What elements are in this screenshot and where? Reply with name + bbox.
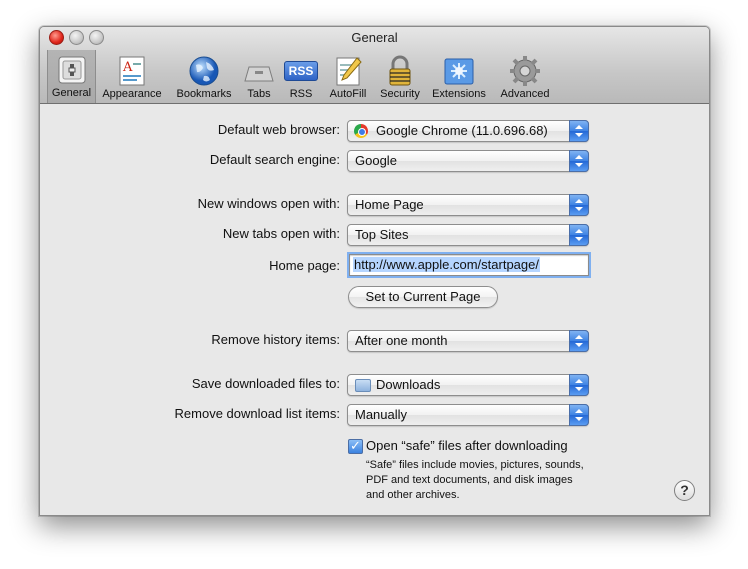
- remove-history-value: After one month: [355, 333, 448, 348]
- toolbar-label-rss: RSS: [289, 88, 313, 100]
- help-button[interactable]: ?: [674, 480, 695, 501]
- general-switch-icon: [55, 54, 89, 86]
- save-downloads-popup[interactable]: Downloads: [347, 374, 589, 396]
- toolbar-label-autofill: AutoFill: [329, 88, 367, 100]
- gear-icon: [508, 55, 542, 87]
- rss-badge: RSS: [284, 61, 318, 81]
- new-tabs-popup[interactable]: Top Sites: [347, 224, 589, 246]
- titlebar: General General A Appearance Bookmarks T…: [40, 27, 709, 104]
- search-engine-value: Google: [355, 153, 397, 168]
- search-engine-label: Default search engine:: [209, 152, 340, 167]
- lock-icon: [383, 55, 417, 87]
- remove-history-label: Remove history items:: [211, 332, 340, 347]
- new-windows-value: Home Page: [355, 197, 424, 212]
- home-page-value: http://www.apple.com/startpage/: [353, 257, 540, 272]
- toolbar-autofill[interactable]: AutoFill: [324, 51, 372, 102]
- toolbar-label-bookmarks: Bookmarks: [176, 88, 232, 100]
- default-browser-popup[interactable]: Google Chrome (11.0.696.68): [347, 120, 589, 142]
- popup-arrows-icon: [569, 194, 589, 216]
- home-page-field[interactable]: http://www.apple.com/startpage/: [349, 254, 589, 276]
- popup-arrows-icon: [569, 120, 589, 142]
- toolbar-bookmarks[interactable]: Bookmarks: [171, 51, 237, 102]
- toolbar-appearance[interactable]: A Appearance: [98, 51, 166, 102]
- chrome-icon: [354, 124, 368, 138]
- remove-download-list-popup[interactable]: Manually: [347, 404, 589, 426]
- safe-files-note-2: PDF and text documents, and disk images: [366, 474, 573, 486]
- save-downloads-value: Downloads: [376, 377, 441, 392]
- remove-download-list-label: Remove download list items:: [174, 406, 340, 421]
- downloads-folder-icon: [355, 379, 371, 392]
- autofill-pencil-icon: [331, 55, 365, 87]
- toolbar-extensions[interactable]: Extensions: [428, 51, 490, 102]
- popup-arrows-icon: [569, 150, 589, 172]
- toolbar-label-appearance: Appearance: [102, 88, 162, 100]
- toolbar-label-tabs: Tabs: [247, 88, 271, 100]
- default-browser-value: Google Chrome (11.0.696.68): [376, 123, 548, 138]
- rss-icon: RSS: [284, 55, 318, 87]
- toolbar-tabs[interactable]: Tabs: [239, 51, 279, 102]
- new-windows-popup[interactable]: Home Page: [347, 194, 589, 216]
- popup-arrows-icon: [569, 404, 589, 426]
- toolbar-security[interactable]: Security: [375, 51, 425, 102]
- new-windows-label: New windows open with:: [197, 196, 340, 211]
- save-downloads-label: Save downloaded files to:: [191, 376, 340, 391]
- toolbar-label-advanced: Advanced: [500, 88, 550, 100]
- tabs-icon: [242, 55, 276, 87]
- svg-text:A: A: [122, 60, 133, 75]
- default-browser-label: Default web browser:: [217, 122, 340, 137]
- extensions-puzzle-icon: [442, 55, 476, 87]
- toolbar-label-security: Security: [380, 88, 420, 100]
- popup-arrows-icon: [569, 224, 589, 246]
- toolbar-label-extensions: Extensions: [432, 88, 486, 100]
- home-page-label: Home page:: [269, 258, 340, 273]
- toolbar-label-general: General: [51, 87, 92, 99]
- remove-history-popup[interactable]: After one month: [347, 330, 589, 352]
- popup-arrows-icon: [569, 374, 589, 396]
- popup-arrows-icon: [569, 330, 589, 352]
- toolbar-advanced[interactable]: Advanced: [495, 51, 555, 102]
- remove-download-list-value: Manually: [355, 407, 408, 422]
- search-engine-popup[interactable]: Google: [347, 150, 589, 172]
- open-safe-checkbox[interactable]: ✓: [348, 439, 363, 454]
- new-tabs-value: Top Sites: [355, 227, 409, 242]
- appearance-icon: A: [115, 55, 149, 87]
- toolbar-general[interactable]: General: [47, 50, 96, 103]
- globe-icon: [187, 55, 221, 87]
- set-current-page-button[interactable]: Set to Current Page: [348, 286, 498, 308]
- safe-files-note-1: “Safe” files include movies, pictures, s…: [366, 459, 584, 471]
- safe-files-note-3: and other archives.: [366, 489, 460, 501]
- toolbar-rss[interactable]: RSS RSS: [282, 51, 320, 102]
- window-title: General: [351, 30, 398, 45]
- new-tabs-label: New tabs open with:: [222, 226, 340, 241]
- preferences-window: General General A Appearance Bookmarks T…: [39, 26, 710, 516]
- open-safe-label: Open “safe” files after downloading: [366, 438, 568, 453]
